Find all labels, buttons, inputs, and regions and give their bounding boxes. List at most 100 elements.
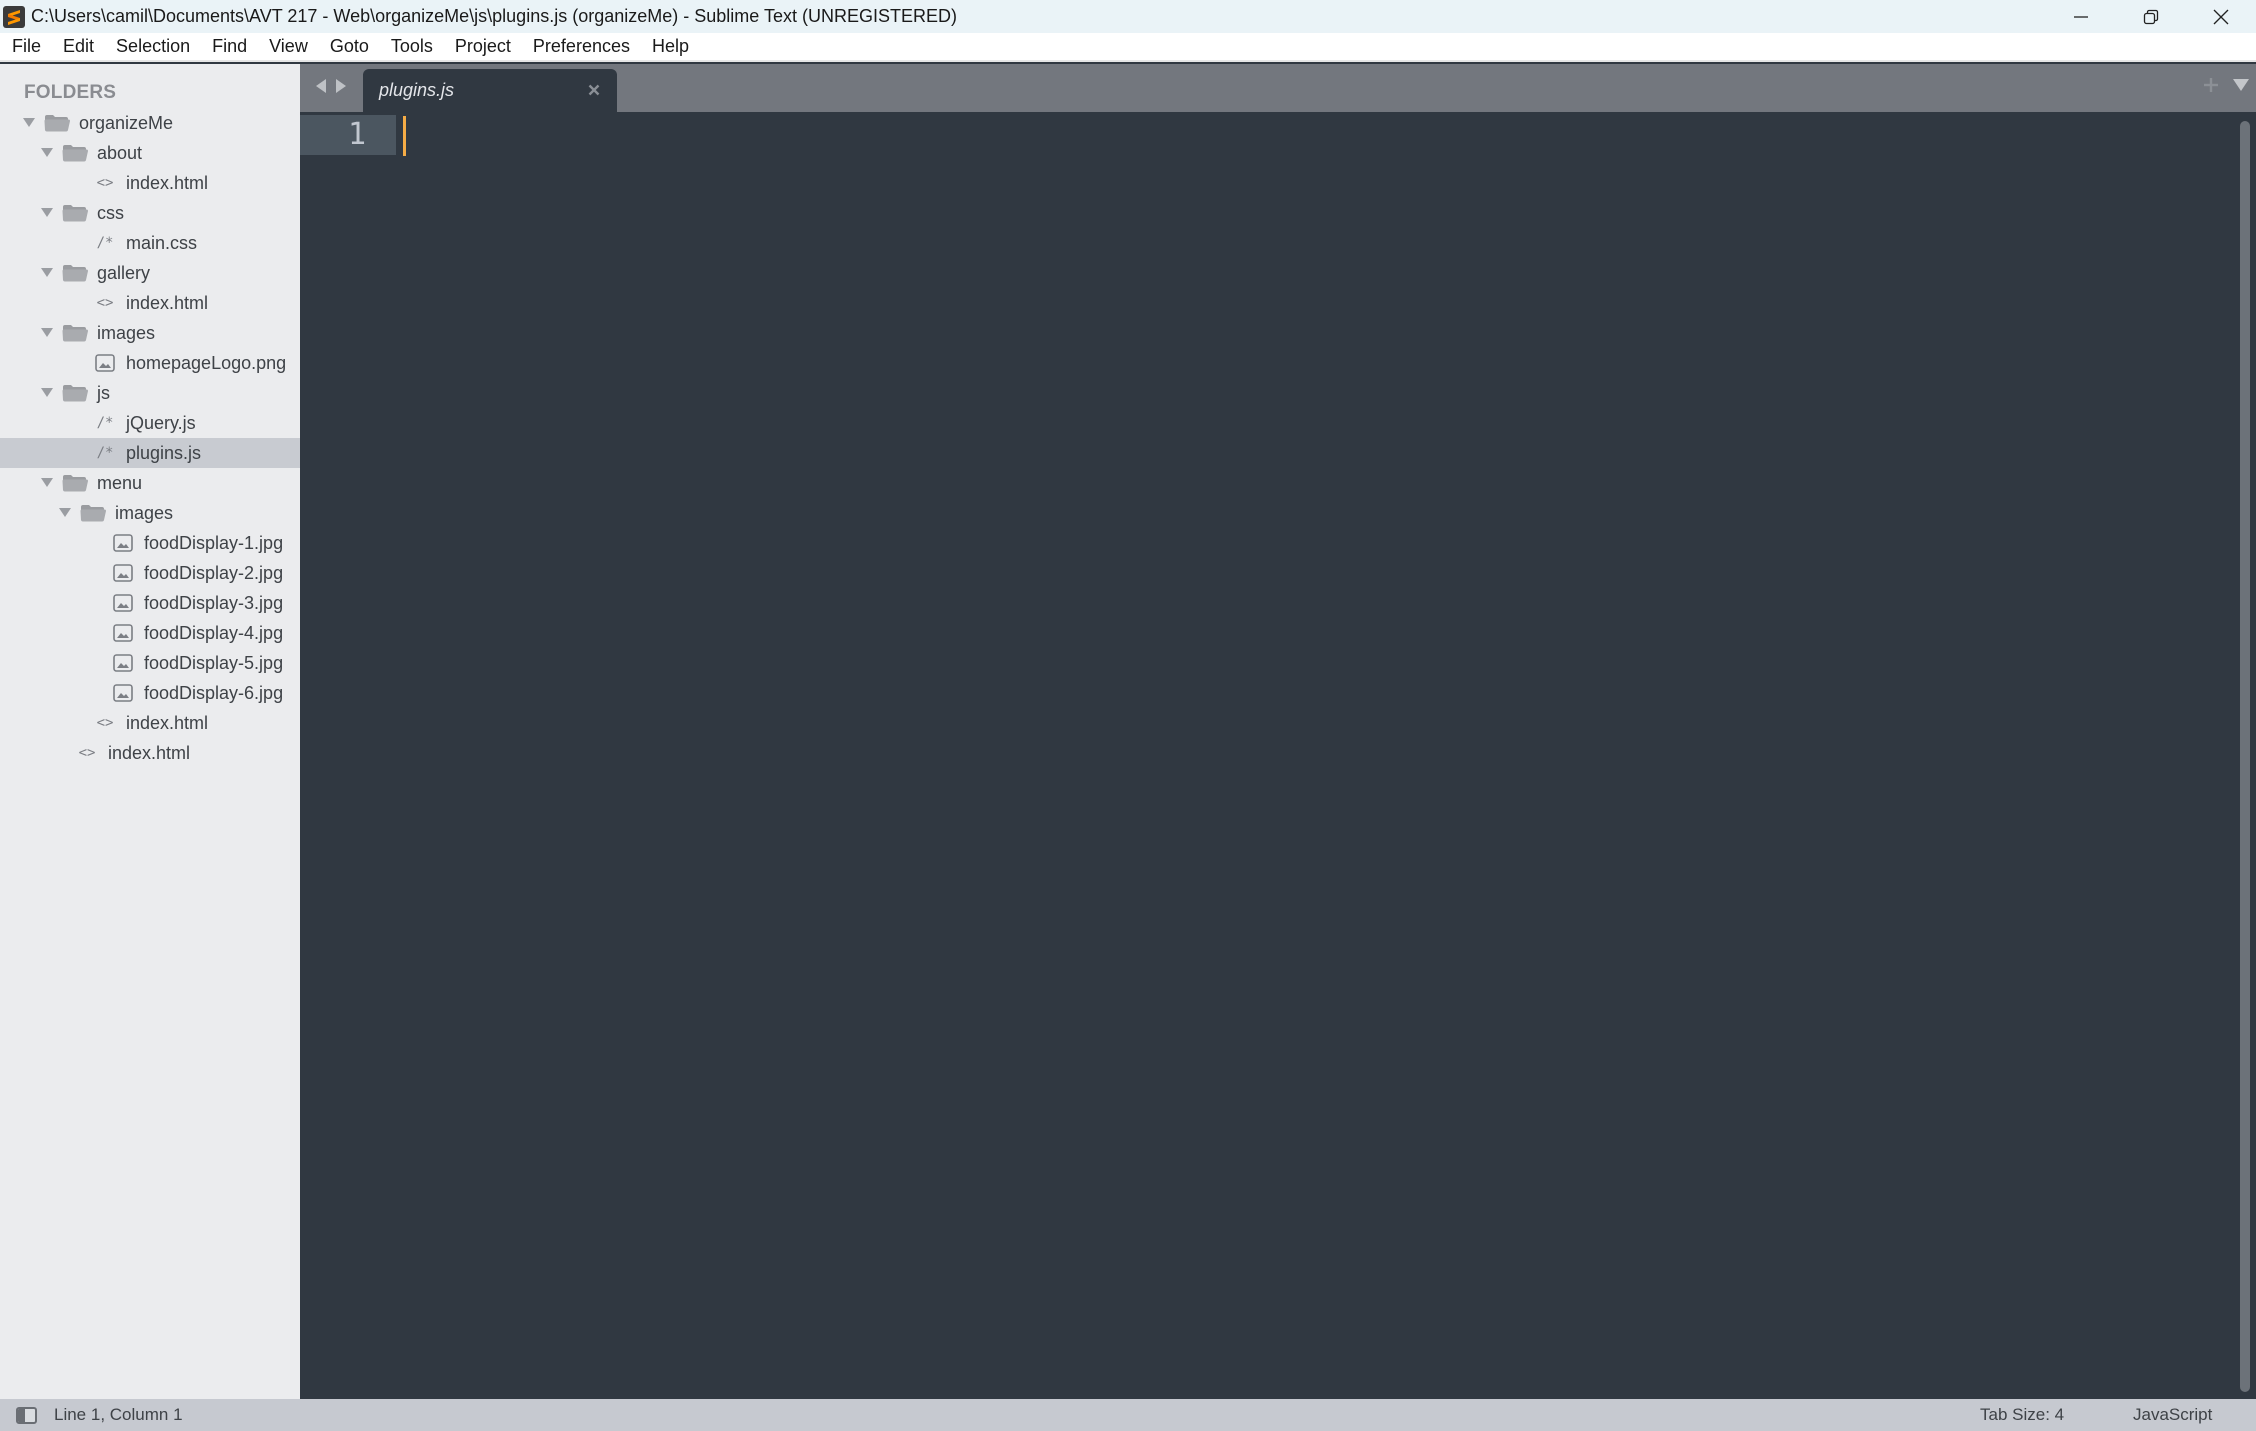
file-item[interactable]: homepageLogo.png [0, 348, 300, 378]
folder-item[interactable]: css [0, 198, 300, 228]
file-item[interactable]: foodDisplay-5.jpg [0, 648, 300, 678]
syntax-selector[interactable]: JavaScript [2133, 1405, 2212, 1425]
editor-area[interactable]: 1 [300, 112, 2256, 1399]
file-item[interactable]: foodDisplay-2.jpg [0, 558, 300, 588]
menu-project[interactable]: Project [444, 32, 522, 61]
menu-preferences[interactable]: Preferences [522, 32, 641, 61]
toggle-sidebar-icon[interactable] [16, 1407, 37, 1424]
previous-tab-icon[interactable] [314, 78, 328, 94]
minimize-button[interactable] [2046, 0, 2116, 33]
folder-item[interactable]: organizeMe [0, 108, 300, 138]
folder-item[interactable]: gallery [0, 258, 300, 288]
tab-label: plugins.js [379, 80, 455, 100]
menu-help[interactable]: Help [641, 32, 700, 61]
folder-item[interactable]: images [0, 498, 300, 528]
expand-arrow-icon[interactable] [40, 266, 54, 280]
file-label: jQuery.js [126, 412, 196, 433]
folder-icon [62, 324, 88, 342]
folder-label: organizeMe [79, 112, 174, 133]
file-item[interactable]: <> index.html [0, 288, 300, 318]
new-tab-icon[interactable] [2202, 76, 2220, 94]
file-label: foodDisplay-6.jpg [144, 682, 284, 703]
html-icon: <> [78, 745, 96, 761]
file-label: index.html [126, 292, 209, 313]
menu-edit[interactable]: Edit [52, 32, 105, 61]
expand-arrow-icon[interactable] [40, 386, 54, 400]
image-icon [93, 354, 117, 372]
folder-icon [62, 264, 88, 282]
gutter-line-highlight: 1 [300, 115, 396, 155]
cursor-position: Line 1, Column 1 [54, 1405, 183, 1424]
minimize-icon [2074, 15, 2088, 18]
window-title: C:\Users\camil\Documents\AVT 217 - Web\o… [31, 6, 957, 26]
file-label: foodDisplay-5.jpg [144, 652, 284, 673]
tab-nav [314, 78, 348, 94]
expand-arrow-icon[interactable] [22, 116, 36, 130]
expand-arrow-icon[interactable] [40, 326, 54, 340]
expand-arrow-icon[interactable] [40, 476, 54, 490]
window-controls [2046, 0, 2256, 33]
close-icon [588, 84, 600, 96]
tab-bar: plugins.js [300, 64, 2256, 112]
tab-actions [2202, 76, 2250, 94]
file-item[interactable]: <> index.html [0, 708, 300, 738]
menu-goto[interactable]: Goto [319, 32, 380, 61]
file-label: index.html [126, 712, 209, 733]
file-label: homepageLogo.png [126, 352, 287, 373]
html-icon: <> [96, 715, 114, 731]
image-icon [111, 564, 135, 582]
folder-item[interactable]: about [0, 138, 300, 168]
expand-arrow-icon[interactable] [58, 506, 72, 520]
restore-button[interactable] [2116, 0, 2186, 33]
image-icon [111, 534, 135, 552]
sublime-text-logo-icon [3, 5, 25, 28]
folder-item[interactable]: menu [0, 468, 300, 498]
image-icon [111, 654, 135, 672]
vertical-scrollbar[interactable] [2240, 121, 2250, 1392]
tab-size-selector[interactable]: Tab Size: 4 [1980, 1405, 2064, 1425]
tab-plugins-js[interactable]: plugins.js [363, 69, 617, 112]
restore-icon [2143, 9, 2159, 24]
file-item[interactable]: /* jQuery.js [0, 408, 300, 438]
menu-file[interactable]: File [1, 32, 52, 61]
folder-label: css [97, 202, 124, 223]
file-label: index.html [126, 172, 209, 193]
folder-label: menu [97, 472, 143, 493]
expand-arrow-icon[interactable] [40, 146, 54, 160]
menu-view[interactable]: View [258, 32, 319, 61]
file-item[interactable]: foodDisplay-1.jpg [0, 528, 300, 558]
folder-label: about [97, 142, 143, 163]
next-tab-icon[interactable] [334, 78, 348, 94]
file-label: plugins.js [126, 442, 202, 463]
file-item[interactable]: /* plugins.js [0, 438, 300, 468]
file-item[interactable]: foodDisplay-3.jpg [0, 588, 300, 618]
folder-item[interactable]: js [0, 378, 300, 408]
file-item[interactable]: <> index.html [0, 168, 300, 198]
folder-label: js [97, 382, 110, 403]
file-item[interactable]: <> index.html [0, 738, 300, 768]
sidebar: FOLDERS organizeMe about <> index.html css/*… [0, 64, 300, 1399]
sidebar-header: FOLDERS [24, 82, 117, 103]
text-caret [403, 116, 406, 156]
tab-list-dropdown-icon[interactable] [2232, 78, 2250, 92]
folder-label: gallery [97, 262, 151, 283]
file-label: foodDisplay-2.jpg [144, 562, 284, 583]
file-item[interactable]: foodDisplay-6.jpg [0, 678, 300, 708]
file-item[interactable]: /* main.css [0, 228, 300, 258]
expand-arrow-icon[interactable] [40, 206, 54, 220]
file-item[interactable]: foodDisplay-4.jpg [0, 618, 300, 648]
image-icon [111, 684, 135, 702]
menu-selection[interactable]: Selection [105, 32, 201, 61]
folder-label: images [97, 322, 156, 343]
code-comment-icon: /* [96, 415, 114, 431]
menu-tools[interactable]: Tools [380, 32, 444, 61]
image-icon [111, 594, 135, 612]
code-comment-icon: /* [96, 445, 114, 461]
file-label: index.html [108, 742, 191, 763]
tab-close-button[interactable] [585, 81, 603, 99]
menu-find[interactable]: Find [201, 32, 258, 61]
folder-tree: organizeMe about <> index.html css/* main.css… [0, 108, 300, 768]
folder-item[interactable]: images [0, 318, 300, 348]
code-comment-icon: /* [96, 235, 114, 251]
close-window-button[interactable] [2186, 0, 2256, 33]
